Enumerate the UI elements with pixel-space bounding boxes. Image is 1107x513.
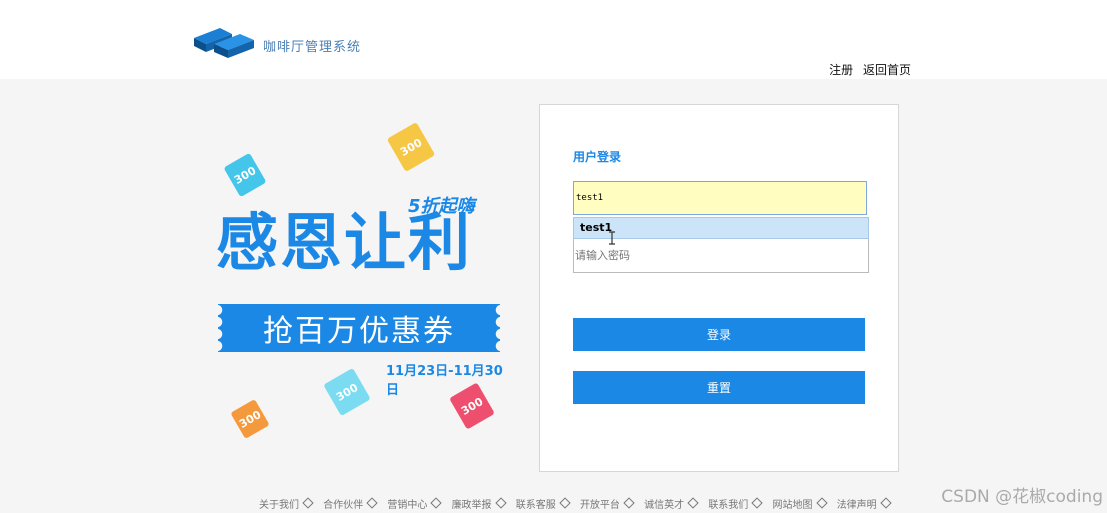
- reset-button[interactable]: 重置: [573, 371, 865, 404]
- watermark: CSDN @花椒coding: [941, 487, 1103, 507]
- footer-link-careers[interactable]: 诚信英才: [644, 497, 702, 511]
- autocomplete-suggestion[interactable]: test1: [573, 217, 869, 239]
- home-link[interactable]: 返回首页: [863, 63, 911, 77]
- footer-link-sitemap[interactable]: 网站地图: [773, 497, 831, 511]
- footer-link-partners[interactable]: 合作伙伴: [323, 497, 381, 511]
- password-wrapper: [573, 239, 869, 273]
- footer-link-marketing[interactable]: 营销中心: [387, 497, 445, 511]
- login-panel: 用户登录 test1 登录 重置: [539, 104, 899, 472]
- footer-link-support[interactable]: 联系客服: [516, 497, 574, 511]
- register-link[interactable]: 注册: [829, 63, 853, 77]
- coupon-ticket: 300: [223, 152, 267, 198]
- app-title: 咖啡厅管理系统: [263, 40, 362, 55]
- footer-links: 关于我们 合作伙伴 营销中心 廉政举报 联系客服 开放平台 诚信英才 联系我们 …: [259, 496, 898, 511]
- login-button[interactable]: 登录: [573, 318, 865, 351]
- logo-icon: [194, 28, 254, 58]
- promo-headline: 感恩让利: [216, 206, 473, 279]
- footer-link-platform[interactable]: 开放平台: [580, 497, 638, 511]
- promo-banner-ribbon: 抢百万优惠券: [217, 304, 500, 352]
- coupon-ticket: 300: [386, 122, 436, 172]
- login-title: 用户登录: [573, 150, 622, 164]
- promo-dates: 11月23日-11月30日: [386, 364, 503, 398]
- top-links: 注册 返回首页: [823, 61, 911, 78]
- footer-link-report[interactable]: 廉政举报: [452, 497, 510, 511]
- promo-banner: 300 300 5折起嗨 感恩让利 抢百万优惠券 11月23日-11月30日 3…: [210, 118, 510, 448]
- footer-link-about[interactable]: 关于我们: [259, 497, 317, 511]
- coupon-ticket: 300: [323, 367, 371, 417]
- top-header: 咖啡厅管理系统 注册 返回首页: [0, 0, 1107, 79]
- footer-link-legal[interactable]: 法律声明: [837, 497, 895, 511]
- footer-link-contact[interactable]: 联系我们: [708, 497, 766, 511]
- coupon-ticket: 300: [230, 399, 270, 439]
- text-cursor-icon: [609, 231, 615, 245]
- password-input[interactable]: [574, 239, 868, 272]
- username-input[interactable]: [573, 181, 867, 215]
